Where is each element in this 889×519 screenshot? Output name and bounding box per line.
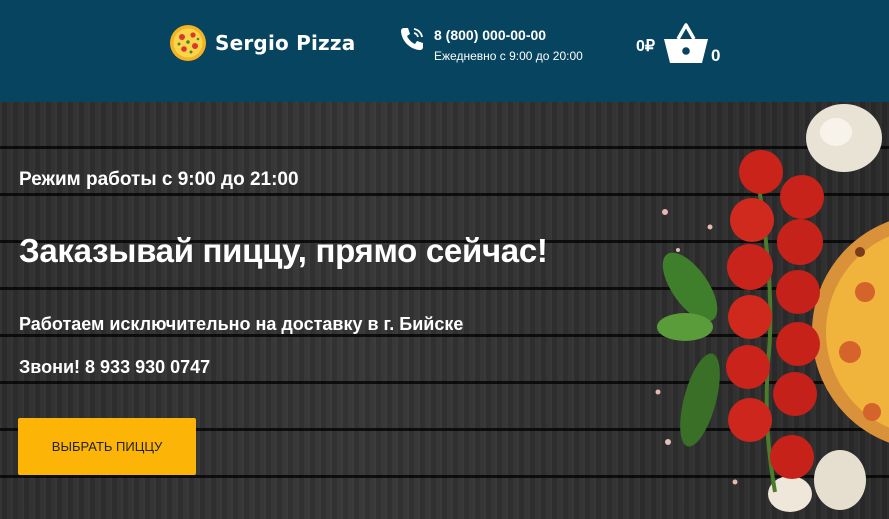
logo-text: Sergio Pizza: [215, 31, 356, 55]
phone-icon: [401, 28, 423, 50]
basket-icon[interactable]: [662, 21, 710, 65]
hero-call-phone: Звони! 8 933 930 0747: [19, 357, 211, 377]
logo[interactable]: Sergio Pizza: [169, 24, 355, 62]
food-decoration-image: [655, 104, 889, 512]
cart-item-count: 0: [711, 46, 721, 65]
choose-pizza-button[interactable]: ВЫБРАТЬ ПИЦЦУ: [18, 418, 196, 475]
phone-number-link[interactable]: 8 (800) 000-00-00: [434, 27, 583, 43]
hero-section: Режим работы с 9:00 до 21:00 Заказывай п…: [0, 102, 889, 519]
hero-headline: Заказывай пиццу, прямо сейчас!: [19, 232, 548, 269]
cart-total-price: 0₽: [636, 38, 656, 55]
hero-working-hours: Режим работы с 9:00 до 21:00: [19, 169, 299, 190]
working-hours: Ежедневно с 9:00 до 20:00: [434, 49, 583, 63]
contact-block: 8 (800) 000-00-00 Ежедневно с 9:00 до 20…: [398, 24, 583, 63]
pizza-logo-icon: [170, 25, 206, 61]
hero-delivery-info: Работаем исключительно на доставку в г. …: [19, 314, 464, 334]
site-header: Sergio Pizza 8 (800) 000-00-00 Ежедневно…: [0, 0, 889, 102]
